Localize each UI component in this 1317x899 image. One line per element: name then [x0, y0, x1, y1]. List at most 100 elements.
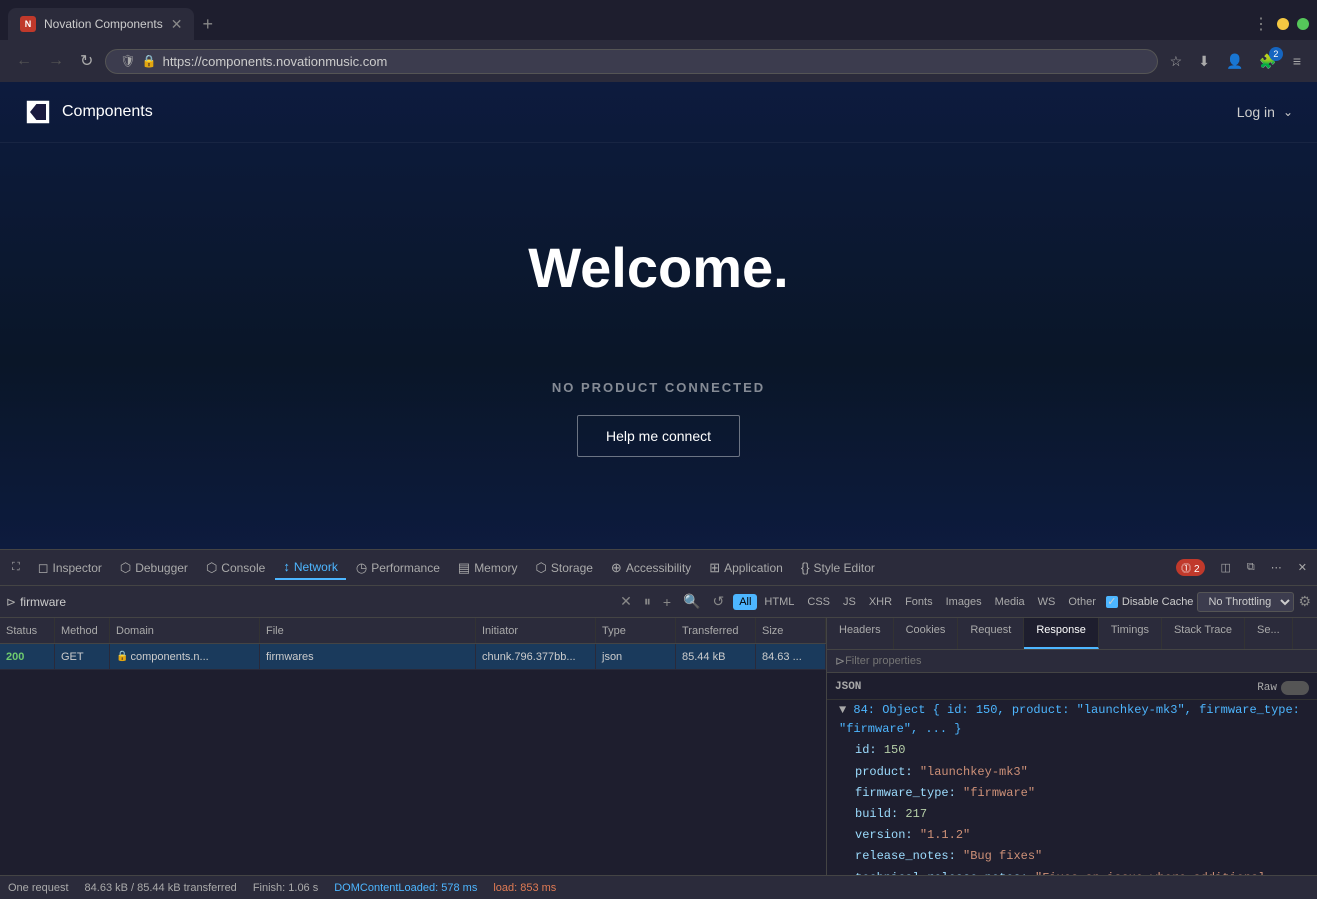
json-object-row[interactable]: ▼ 84: Object { id: 150, product: "launch…	[827, 700, 1317, 740]
help-connect-button[interactable]: Help me connect	[577, 415, 740, 457]
json-key-build: build:	[855, 807, 905, 821]
address-bar[interactable]: 🛡 🔒 https://components.novationmusic.com	[105, 49, 1157, 74]
console-label: Console	[221, 561, 265, 575]
filter-type-html[interactable]: HTML	[758, 594, 800, 610]
filter-type-images[interactable]: Images	[940, 594, 988, 610]
devtools-pick-element[interactable]: ⛶	[4, 557, 28, 578]
devtools-tab-application[interactable]: ⊞ Application	[701, 556, 791, 580]
devtools-tab-performance[interactable]: ◷ Performance	[348, 556, 448, 580]
request-count: One request	[8, 882, 69, 894]
bookmark-button[interactable]: ☆	[1166, 49, 1187, 74]
network-filter-input[interactable]	[20, 595, 611, 609]
no-product-label: NO PRODUCT CONNECTED	[552, 380, 765, 395]
refresh-button[interactable]: ↻	[76, 47, 97, 75]
active-tab[interactable]: N Novation Components ✕	[8, 8, 194, 40]
tab-response[interactable]: Response	[1024, 618, 1099, 649]
url-text[interactable]: https://components.novationmusic.com	[163, 54, 388, 69]
accessibility-icon: ⊕	[611, 560, 622, 576]
application-icon: ⊞	[709, 560, 720, 576]
download-button[interactable]: ⬇	[1194, 49, 1214, 74]
filter-type-xhr[interactable]: XHR	[863, 594, 898, 610]
split-console-button[interactable]: ⧉	[1241, 559, 1261, 576]
settings-button[interactable]: ⋯	[1265, 559, 1288, 576]
tab-request[interactable]: Request	[958, 618, 1024, 649]
new-tab-button[interactable]: +	[198, 10, 217, 39]
devtools-tab-style-editor[interactable]: {} Style Editor	[793, 556, 883, 579]
tab-stack-trace[interactable]: Stack Trace	[1162, 618, 1245, 649]
throttle-select[interactable]: No Throttling	[1197, 592, 1294, 612]
shield-icon: 🛡	[120, 54, 135, 68]
forward-button[interactable]: →	[44, 48, 68, 74]
tab-cookies[interactable]: Cookies	[894, 618, 959, 649]
row-transferred: 85.44 kB	[676, 644, 756, 669]
back-button[interactable]: ←	[12, 48, 36, 74]
profile-button[interactable]: 👤	[1222, 49, 1247, 74]
maximize-button[interactable]	[1297, 18, 1309, 30]
filter-type-css[interactable]: CSS	[801, 594, 836, 610]
site-header: Components Log in ⌄	[0, 82, 1317, 143]
filter-type-js[interactable]: JS	[837, 594, 862, 610]
disable-cache-label: Disable Cache	[1122, 596, 1194, 608]
tab-security[interactable]: Se...	[1245, 618, 1293, 649]
inspector-label: Inspector	[53, 561, 102, 575]
clear-filter-button[interactable]: ✕	[615, 591, 637, 612]
json-field-build: build: 217	[827, 804, 1317, 825]
filter-type-media[interactable]: Media	[989, 594, 1031, 610]
load-time: load: 853 ms	[493, 882, 556, 894]
extensions-button[interactable]: 🧩 2	[1255, 49, 1280, 74]
responsive-design-button[interactable]: ◫	[1215, 559, 1237, 576]
filter-type-ws[interactable]: WS	[1032, 594, 1062, 610]
devtools-tab-debugger[interactable]: ⬡ Debugger	[112, 556, 196, 580]
performance-label: Performance	[371, 561, 440, 575]
devtools-tab-inspector[interactable]: ◻ Inspector	[30, 556, 110, 580]
login-link[interactable]: Log in	[1237, 104, 1275, 120]
row-status: 200	[0, 644, 55, 669]
minimize-button[interactable]	[1277, 18, 1289, 30]
row-method: GET	[55, 644, 110, 669]
application-label: Application	[724, 561, 783, 575]
tab-headers[interactable]: Headers	[827, 618, 894, 649]
window-dots[interactable]: ⋮	[1253, 14, 1269, 34]
col-initiator: Initiator	[476, 618, 596, 643]
network-settings-button[interactable]: ⚙	[1298, 593, 1311, 610]
filter-type-other[interactable]: Other	[1062, 594, 1102, 610]
close-devtools-button[interactable]: ✕	[1292, 559, 1313, 576]
devtools-tab-memory[interactable]: ▤ Memory	[450, 556, 526, 580]
nav-actions: ☆ ⬇ 👤 🧩 2 ≡	[1166, 49, 1305, 74]
raw-toggle[interactable]: Raw	[1257, 681, 1309, 695]
pause-button[interactable]: ⏸	[639, 591, 656, 612]
devtools-tab-accessibility[interactable]: ⊕ Accessibility	[603, 556, 699, 580]
filter-properties-input[interactable]	[845, 655, 1309, 667]
devtools-tab-console[interactable]: ⬡ Console	[198, 556, 273, 580]
table-row[interactable]: 200 GET 🔒 components.n... firmwares chun…	[0, 644, 826, 670]
menu-button[interactable]: ≡	[1289, 49, 1305, 73]
tab-close-btn[interactable]: ✕	[171, 17, 183, 31]
tab-timings[interactable]: Timings	[1099, 618, 1162, 649]
filter-type-all[interactable]: All	[733, 594, 757, 610]
disable-cache-checkbox[interactable]: ✓	[1106, 596, 1118, 608]
devtools-tab-network[interactable]: ↕ Network	[275, 555, 346, 580]
accessibility-label: Accessibility	[626, 561, 691, 575]
devtools-error-badge[interactable]: ⓵ 2	[1170, 557, 1210, 578]
expand-icon[interactable]: ▼	[839, 703, 846, 717]
raw-toggle-switch[interactable]	[1281, 681, 1309, 695]
clear-all-button[interactable]: ↺	[707, 591, 729, 612]
filter-type-fonts[interactable]: Fonts	[899, 594, 939, 610]
disable-cache-option[interactable]: ✓ Disable Cache	[1106, 596, 1194, 608]
transfer-size: 84.63 kB / 85.44 kB transferred	[85, 882, 237, 894]
add-button[interactable]: +	[658, 592, 676, 612]
json-val-firmware-type: "firmware"	[963, 786, 1035, 800]
lock-icon: 🔒	[142, 54, 157, 68]
json-val-version: "1.1.2"	[920, 828, 970, 842]
json-field-tech-notes: technical_release_notes: "Fixes an issue…	[827, 868, 1287, 876]
filter-properties-bar: ⊳	[827, 650, 1317, 673]
search-button[interactable]: 🔍	[678, 591, 705, 612]
network-icon: ↕	[283, 559, 290, 574]
json-val-release-notes: "Bug fixes"	[963, 849, 1042, 863]
json-field-product: product: "launchkey-mk3"	[827, 762, 1317, 783]
panel-tabs: Headers Cookies Request Response Timings…	[827, 618, 1317, 650]
network-table-panel: Status Method Domain File Initiator Type…	[0, 618, 827, 875]
browser-chrome: N Novation Components ✕ + ⋮ ← → ↻ 🛡 🔒 ht…	[0, 0, 1317, 82]
col-file: File	[260, 618, 476, 643]
devtools-tab-storage[interactable]: ⬡ Storage	[528, 556, 601, 580]
